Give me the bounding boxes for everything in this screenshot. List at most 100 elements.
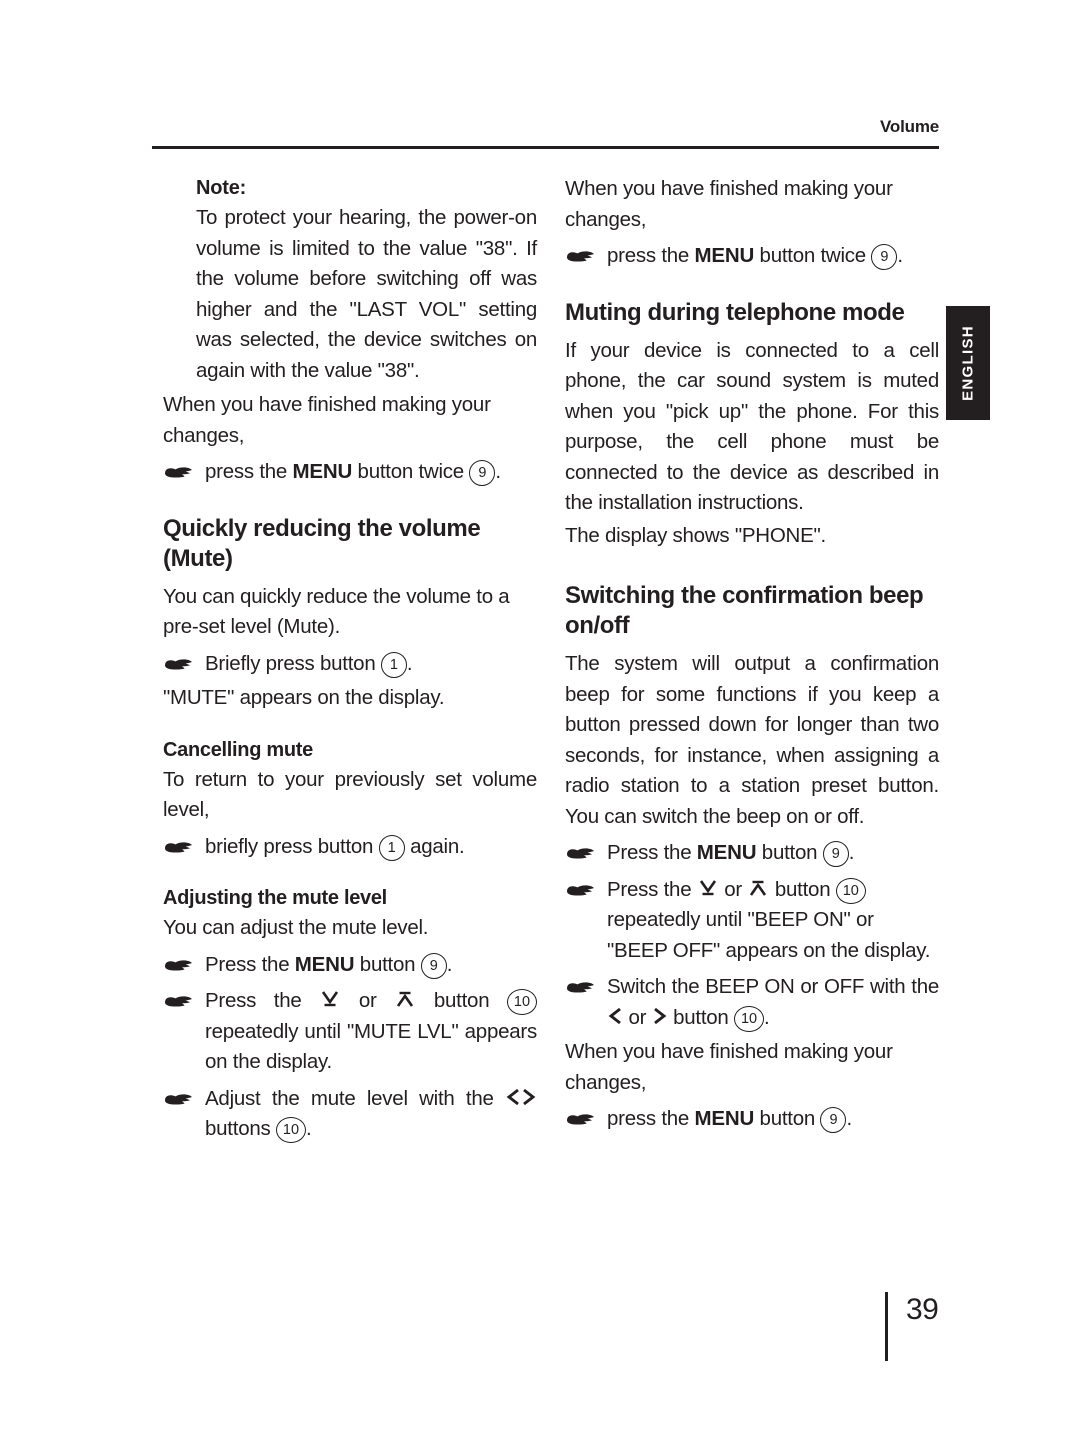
up-arrow-key-icon (748, 878, 768, 898)
bullet-text-end: repeatedly until "MUTE LVL" appears on t… (205, 1019, 537, 1074)
heading-quickly-reducing-volume: Quickly reducing the volume (Mute) (163, 514, 481, 572)
bullet-text-before: Press the (607, 877, 697, 901)
pointing-hand-icon (565, 248, 595, 265)
ref-badge-9: 9 (469, 460, 496, 486)
bullet-press-menu-button-final: press the MENU button 9. (565, 1104, 939, 1135)
finished-changes-text-beep: When you have finished making your chang… (565, 1040, 893, 1094)
right-chevron-key-icon (653, 1006, 667, 1026)
ref-badge-9: 9 (822, 841, 849, 867)
pointing-hand-icon (163, 993, 193, 1010)
keyword-menu: MENU (294, 952, 355, 976)
pointing-hand-icon (163, 839, 193, 856)
pointing-hand-icon (565, 979, 595, 996)
heading-cancelling-mute: Cancelling mute (163, 738, 313, 761)
bullet-press-menu-twice: press the MENU button twice 9. (565, 241, 939, 272)
bullet-text-after: button twice (352, 460, 470, 483)
bullet-press-menu-twice: press the MENU button twice 9. (163, 457, 537, 488)
bullet-text-middle: or (718, 877, 748, 901)
keyword-menu: MENU (694, 1107, 755, 1130)
folio-rule (885, 1292, 888, 1361)
header-rule (152, 145, 939, 149)
bullet-text-before: Press the (205, 989, 320, 1012)
bullet-text-end: . (446, 952, 453, 976)
bullet-text-end: repeatedly until "BEEP ON" or "BEEP OFF"… (607, 908, 931, 962)
heading-muting-telephone-mode: Muting during telephone mode (565, 298, 905, 326)
bullet-text-before: press the (607, 1107, 695, 1130)
bullet-text-end: . (764, 1005, 770, 1029)
ref-badge-10: 10 (275, 1117, 306, 1143)
right-chevron-key-icon (522, 1087, 536, 1107)
bullet-text-middle: or (341, 989, 395, 1012)
cancel-intro-text: To return to your previously set volume … (163, 767, 537, 822)
keyword-menu: MENU (292, 460, 353, 483)
left-chevron-key-icon (608, 1006, 622, 1026)
bullet-text-end: . (495, 460, 501, 483)
bullet-text-after: button (769, 877, 836, 901)
bullet-text-after: buttons (205, 1117, 276, 1140)
bullet-text-before: briefly press button (205, 834, 379, 858)
bullet-text-after: button (354, 952, 421, 976)
adjust-intro-text: You can adjust the mute level. (163, 916, 429, 939)
ref-badge-10: 10 (734, 1005, 765, 1032)
bullet-text-before: Briefly press button (205, 651, 381, 675)
keyword-menu: MENU (694, 244, 755, 267)
bullet-switch-beep-on-off: Switch the BEEP ON or OFF with the or bu… (565, 972, 939, 1033)
bullet-text-before: press the (205, 460, 293, 483)
bullet-text-before: Switch the BEEP ON or OFF with the (607, 975, 939, 998)
bullet-press-menu-button: Press the MENU button 9. (565, 838, 939, 869)
bullet-text-end: . (846, 1107, 852, 1130)
language-side-tab: ENGLISH (946, 306, 990, 420)
bullet-text-middle: or (623, 1005, 652, 1029)
ref-badge-9: 9 (871, 244, 898, 270)
pointing-hand-icon (163, 464, 193, 481)
pointing-hand-icon (163, 656, 193, 673)
bullet-briefly-press-button-again: briefly press button 1 again. (163, 832, 537, 863)
mute-display-text: "MUTE" appears on the display. (163, 686, 445, 709)
pointing-hand-icon (565, 882, 595, 899)
header-title: Volume (880, 117, 939, 136)
mute-intro-text: You can quickly reduce the volume to a p… (163, 584, 510, 639)
bullet-text-after: button (754, 1107, 821, 1130)
bullet-text-after: button (756, 841, 823, 864)
bullet-press-up-down-mute-lvl: Press the or button 10 repeatedly until … (163, 986, 537, 1078)
ref-badge-10: 10 (835, 877, 866, 904)
telephone-display-text: The display shows "PHONE". (565, 523, 826, 547)
right-column: When you have finished making your chang… (565, 174, 939, 1139)
bullet-press-menu-button: Press the MENU button 9. (163, 950, 537, 981)
keyword-menu: MENU (696, 841, 757, 864)
finished-changes-text: When you have finished making your chang… (565, 177, 893, 231)
ref-badge-9: 9 (420, 952, 447, 979)
pointing-hand-icon (565, 845, 595, 862)
language-side-tab-label: ENGLISH (959, 325, 977, 401)
bullet-text-after: button twice (754, 244, 872, 267)
bullet-text-before: Adjust the mute level with the (205, 1086, 505, 1110)
bullet-text-end: . (305, 1117, 312, 1140)
ref-badge-10: 10 (507, 989, 537, 1015)
left-column: Note: To protect your hearing, the power… (163, 174, 537, 1149)
up-arrow-key-icon (395, 989, 415, 1009)
telephone-mode-text: If your device is connected to a cell ph… (565, 338, 939, 515)
pointing-hand-icon (163, 957, 193, 974)
bullet-briefly-press-button: Briefly press button 1. (163, 649, 537, 680)
ref-badge-1: 1 (380, 651, 407, 678)
bullet-adjust-mute-level-arrows: Adjust the mute level with the buttons 1… (163, 1084, 537, 1145)
bullet-text-end: . (897, 244, 903, 267)
note-title: Note: (196, 177, 247, 199)
bullet-text-end: . (848, 841, 855, 864)
pointing-hand-icon (163, 1091, 193, 1108)
manual-page: Volume ENGLISH Note: To protect your hea… (0, 0, 1080, 1449)
left-chevron-key-icon (506, 1087, 520, 1107)
heading-switching-confirmation-beep: Switching the confirmation beep on/off (565, 582, 924, 639)
page-header: Volume (152, 117, 939, 149)
ref-badge-9: 9 (820, 1107, 847, 1133)
down-arrow-key-icon (698, 878, 718, 898)
heading-adjusting-mute-level: Adjusting the mute level (163, 887, 387, 909)
page-number: 39 (906, 1293, 939, 1326)
bullet-text-after: button (667, 1005, 735, 1029)
pointing-hand-icon (565, 1111, 595, 1128)
bullet-text-before: Press the (607, 841, 697, 864)
ref-badge-1: 1 (378, 834, 405, 861)
confirmation-beep-text: The system will output a confirmation be… (565, 652, 939, 828)
bullet-text-end: . (406, 651, 413, 675)
bullet-text-after: again. (404, 834, 465, 858)
